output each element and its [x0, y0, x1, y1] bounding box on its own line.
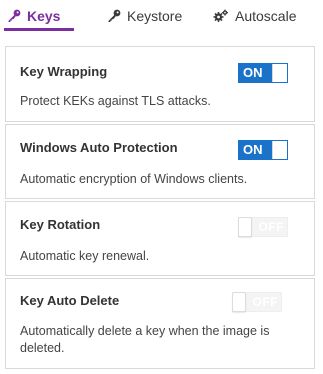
setting-card-key-wrapping: Key Wrapping ON Protect KEKs against TLS… — [5, 46, 315, 122]
setting-description: Automatic encryption of Windows clients. — [20, 172, 248, 186]
setting-description: Automatic key renewal. — [20, 249, 150, 263]
key-rotation-toggle[interactable]: OFF — [238, 217, 288, 237]
setting-description: Automatically delete a key when the imag… — [20, 324, 270, 355]
key-auto-delete-toggle[interactable]: OFF — [232, 292, 282, 312]
toggle-knob — [272, 141, 287, 159]
active-tab-indicator — [4, 28, 74, 31]
key-wrapping-toggle[interactable]: ON — [238, 63, 288, 83]
toggle-state-label: ON — [243, 65, 263, 80]
setting-title: Key Auto Delete — [20, 293, 120, 308]
tab-keys-label: Keys — [27, 7, 61, 24]
setting-card-key-rotation: Key Rotation OFF Automatic key renewal. — [5, 201, 315, 276]
key-icon — [107, 9, 121, 23]
toggle-knob — [238, 217, 252, 237]
windows-auto-protection-toggle[interactable]: ON — [238, 140, 288, 160]
toggle-knob — [232, 292, 246, 312]
tab-bar: Keys Keystore Autoscale — [0, 0, 323, 33]
setting-card-key-auto-delete: Key Auto Delete OFF Automatically delete… — [5, 278, 315, 369]
toggle-state-label: OFF — [252, 295, 278, 309]
tab-autoscale[interactable]: Autoscale — [213, 0, 296, 31]
toggle-state-label: ON — [243, 142, 263, 157]
setting-description: Protect KEKs against TLS attacks. — [20, 94, 211, 108]
tab-keystore-label: Keystore — [127, 7, 183, 24]
tab-keystore[interactable]: Keystore — [107, 0, 182, 31]
cogs-icon — [213, 9, 229, 23]
setting-title: Key Wrapping — [20, 64, 108, 79]
key-icon — [7, 9, 21, 23]
setting-title: Windows Auto Protection — [20, 140, 178, 155]
setting-title: Key Rotation — [20, 217, 101, 232]
setting-card-windows-auto-protection: Windows Auto Protection ON Automatic enc… — [5, 124, 315, 199]
tab-keys[interactable]: Keys — [7, 0, 73, 31]
toggle-state-label: OFF — [258, 220, 284, 234]
toggle-knob — [272, 64, 287, 82]
tab-autoscale-label: Autoscale — [235, 7, 297, 24]
